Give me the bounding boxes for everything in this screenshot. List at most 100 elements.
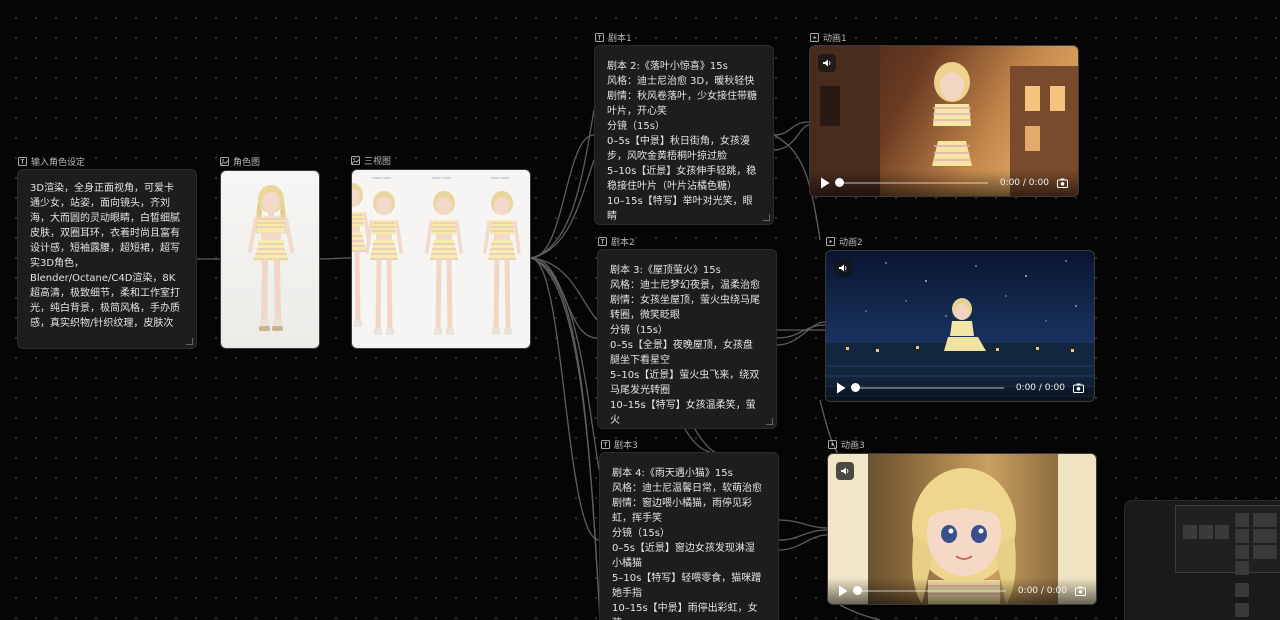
threeview-figures <box>352 183 531 349</box>
script-line: 0–5s【中景】秋日街角，女孩漫 <box>607 136 750 147</box>
input-line: 感，真实织物/针织纹理，皮肤次 <box>30 318 174 329</box>
text-icon <box>598 237 607 246</box>
anim3-video-player[interactable]: 0:00 / 0:00 <box>827 453 1097 605</box>
time-display: 0:00 / 0:00 <box>1015 383 1065 393</box>
script-line: 0–5s【全景】夜晚屋顶，女孩盘 <box>610 340 753 351</box>
resize-handle[interactable] <box>763 214 770 221</box>
script-line: 剧情：秋风卷落叶，少女接住带糖 <box>607 91 757 102</box>
edge-script3-anim3 <box>778 529 828 541</box>
anim3-controls: 0:00 / 0:00 <box>828 578 1096 604</box>
script1-card[interactable]: 剧本 2:《落叶小惊喜》15s 风格：迪士尼治愈 3D，暖秋轻快 剧情：秋风卷落… <box>594 45 774 225</box>
script-line: 稳接住叶片（叶片沾橘色糖） <box>607 181 737 192</box>
input-node-title: 输入角色设定 <box>31 158 86 168</box>
view-label: FRONT VIEW <box>490 176 510 180</box>
image-icon <box>351 156 360 165</box>
time-display: 0:00 / 0:00 <box>1017 586 1067 596</box>
script-line: 剧情：窗边喂小橘猫，雨停见彩 <box>612 498 752 509</box>
input-line: Blender/Octane/C4D渲染，8K <box>30 273 176 284</box>
time-display: 0:00 / 0:00 <box>999 178 1049 188</box>
play-icon[interactable] <box>838 585 848 597</box>
script-line: 腿坐下看星空 <box>610 355 670 366</box>
input-line: 光，纯白背景，极简风格，手办质 <box>30 303 180 314</box>
script2-card[interactable]: 剧本 3:《屋顶萤火》15s 风格：迪士尼梦幻夜景，温柔治愈 剧情：女孩坐屋顶，… <box>597 249 777 429</box>
anim2-node-header: 动画2 <box>826 235 863 248</box>
script-line: 转圈，微笑眨眼 <box>610 310 680 321</box>
script-line: 虹，挥手笑 <box>612 513 662 524</box>
script-line: 小橘猫 <box>612 558 642 569</box>
minimap-node <box>1235 529 1249 543</box>
progress-bar[interactable] <box>851 383 1004 392</box>
minimap-node <box>1235 583 1249 597</box>
script-line: 5–10s【近景】女孩伸手轻跳，稳 <box>607 166 757 177</box>
progress-knob[interactable] <box>835 178 844 187</box>
script2-node-title: 剧本2 <box>611 238 635 248</box>
camera-icon[interactable] <box>1057 178 1068 188</box>
input-node-header: 输入角色设定 <box>18 155 85 168</box>
script-line: 10–15s【特写】举叶对光笑，眼睛 <box>607 196 753 222</box>
anim2-video-player[interactable]: 0:00 / 0:00 <box>825 250 1095 402</box>
anim1-video-player[interactable]: 0:00 / 0:00 <box>809 45 1079 197</box>
volume-button[interactable] <box>836 462 854 480</box>
play-icon[interactable] <box>820 177 830 189</box>
character-node-title: 角色图 <box>233 158 261 168</box>
script-line: 5–10s【近景】萤火虫飞来，绕双 <box>610 370 760 381</box>
character-figure <box>248 185 294 331</box>
minimap-node <box>1253 513 1277 527</box>
script-line: 叶片，开心笑 <box>607 106 667 117</box>
text-icon <box>601 440 610 449</box>
minimap-node <box>1235 561 1249 575</box>
video-icon <box>826 237 835 246</box>
anim2-controls: 0:00 / 0:00 <box>826 375 1094 401</box>
script-line: 马尾发光转圈 <box>610 385 670 396</box>
minimap[interactable] <box>1124 500 1280 620</box>
text-icon <box>595 33 604 42</box>
input-line: 皮肤，双圈耳环，衣着时尚且富有 <box>30 228 180 239</box>
script3-card[interactable]: 剧本 4:《雨天遇小猫》15s 风格：迪士尼温馨日常，软萌治愈 剧情：窗边喂小橘… <box>599 452 779 620</box>
workflow-canvas[interactable]: 输入角色设定 3D渲染，全身正面视角，可爱卡 通少女，站姿，面向镜头，齐刘 海，… <box>0 0 1280 620</box>
progress-bar[interactable] <box>853 586 1006 595</box>
volume-button[interactable] <box>818 54 836 72</box>
progress-knob[interactable] <box>853 586 862 595</box>
script-line: 她手指 <box>612 588 642 599</box>
input-line: 实3D角色， <box>30 258 85 269</box>
input-line: 通少女，站姿，面向镜头，齐刘 <box>30 198 170 209</box>
input-line: 超高清，极致细节，柔和工作室打 <box>30 288 180 299</box>
camera-icon[interactable] <box>1075 586 1086 596</box>
script-line: 分镜（15s） <box>607 121 665 132</box>
resize-handle[interactable] <box>186 338 193 345</box>
minimap-node <box>1235 545 1249 559</box>
character-image-card[interactable] <box>220 170 320 349</box>
progress-bar[interactable] <box>835 178 988 187</box>
character-node-header: 角色图 <box>220 155 260 168</box>
threeview-image-card[interactable]: FRONT VIEW FRONT VIEW FRONT VIEW <box>351 169 531 349</box>
threeview-node-header: 三视图 <box>351 154 391 167</box>
edge-character-threeview <box>319 257 352 260</box>
anim2-node-title: 动画2 <box>839 238 863 248</box>
script-line: 剧本 2:《落叶小惊喜》15s <box>607 61 728 72</box>
script-line: 5–10s【特写】轻喂零食，猫咪蹭 <box>612 573 762 584</box>
image-icon <box>220 157 229 166</box>
minimap-node <box>1183 525 1197 539</box>
minimap-node <box>1235 603 1249 617</box>
camera-icon[interactable] <box>1073 383 1084 393</box>
volume-button[interactable] <box>834 259 852 277</box>
script3-node-header: 剧本3 <box>601 438 638 451</box>
script-line: 剧本 3:《屋顶萤火》15s <box>610 265 721 276</box>
input-line: 海，大而圆的灵动眼睛，白皙细腻 <box>30 213 180 224</box>
script-line: 分镜（15s） <box>612 528 670 539</box>
input-character-card[interactable]: 3D渲染，全身正面视角，可爱卡 通少女，站姿，面向镜头，齐刘 海，大而圆的灵动眼… <box>17 169 197 349</box>
script-line: 10–15s【中景】雨停出彩虹，女孩 <box>612 603 758 620</box>
view-label: FRONT VIEW <box>372 176 392 180</box>
script-line: 0–5s【近景】窗边女孩发现淋湿 <box>612 543 755 554</box>
progress-knob[interactable] <box>851 383 860 392</box>
anim3-node-header: 动画3 <box>828 438 865 451</box>
input-line: 设计感，短袖露腰，超短裙，超写 <box>30 243 180 254</box>
view-label: FRONT VIEW <box>432 176 452 180</box>
threeview-node-title: 三视图 <box>364 157 392 167</box>
script-line: 分镜（15s） <box>610 325 668 336</box>
script1-node-header: 剧本1 <box>595 31 632 44</box>
minimap-node <box>1199 525 1213 539</box>
play-icon[interactable] <box>836 382 846 394</box>
minimap-node <box>1253 545 1277 559</box>
resize-handle[interactable] <box>766 418 773 425</box>
